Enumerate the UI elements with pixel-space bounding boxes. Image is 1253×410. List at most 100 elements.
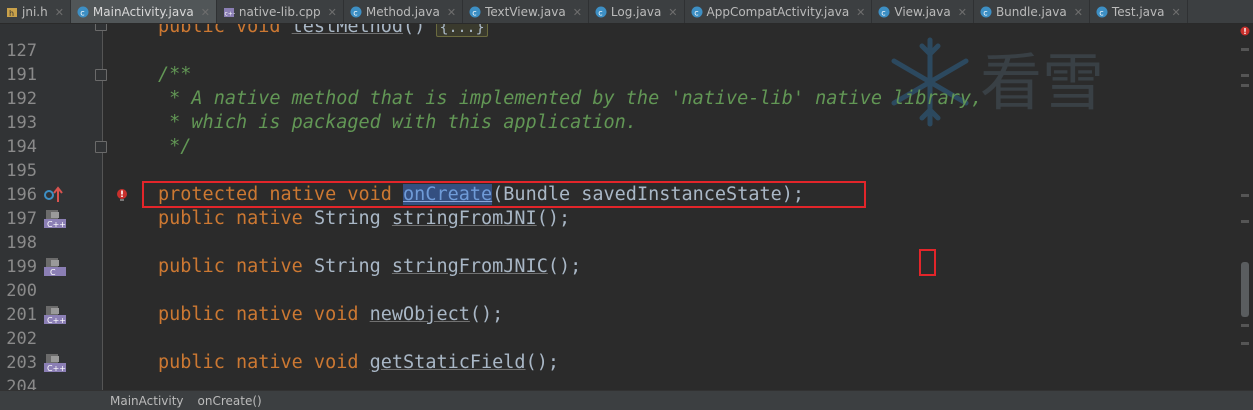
- code-line[interactable]: 199: [0, 231, 1236, 277]
- tab-view-java[interactable]: c View.java ✕: [872, 0, 974, 23]
- code-line[interactable]: 198 C++ public native String stringFromJ…: [0, 207, 1236, 253]
- close-icon[interactable]: ✕: [573, 6, 582, 19]
- tab-appcompatactivity-java[interactable]: c AppCompatActivity.java ✕: [685, 0, 873, 23]
- code-token: (): [403, 24, 437, 37]
- code-token: ();: [525, 352, 559, 373]
- error-bulb-icon[interactable]: [116, 188, 128, 202]
- code-token: public native void: [158, 352, 370, 373]
- tab-label: native-lib.cpp: [238, 5, 321, 19]
- code-line[interactable]: 127 public void testMethod() {...}: [0, 24, 1236, 61]
- code-line[interactable]: 193 * A native method that is implemente…: [0, 87, 1236, 133]
- method-reference[interactable]: newObject: [370, 304, 470, 325]
- doc-comment: * A native method that is implemented by…: [158, 88, 983, 109]
- svg-text:c: c: [694, 9, 698, 18]
- close-icon[interactable]: ✕: [328, 6, 337, 19]
- close-icon[interactable]: ✕: [1172, 6, 1181, 19]
- tab-method-java[interactable]: c Method.java ✕: [344, 0, 464, 23]
- code-line[interactable]: 203: [0, 327, 1236, 373]
- override-method-icon[interactable]: [43, 185, 67, 205]
- native-cpp-impl-icon[interactable]: C++: [43, 209, 67, 229]
- code-line[interactable]: 195 */: [0, 135, 1236, 181]
- method-reference[interactable]: stringFromJNIC: [392, 256, 548, 277]
- header-file-icon: h: [6, 6, 18, 18]
- tab-mainactivity[interactable]: c MainActivity.java ✕: [70, 0, 217, 23]
- close-icon[interactable]: ✕: [447, 6, 456, 19]
- svg-text:h: h: [9, 9, 14, 18]
- code-editor[interactable]: 看雪 127 public void testMethod() {...} 19…: [0, 24, 1253, 390]
- class-icon: c: [595, 6, 607, 18]
- code-line[interactable]: 196: [0, 159, 1236, 205]
- tab-label: Test.java: [1111, 5, 1165, 19]
- vertical-scrollbar[interactable]: [1238, 24, 1253, 390]
- doc-comment: * which is packaged with this applicatio…: [158, 112, 637, 133]
- code-token: ();: [469, 304, 504, 325]
- tab-label: Method.java: [365, 5, 440, 19]
- class-icon: c: [1096, 6, 1108, 18]
- method-name-selected[interactable]: onCreate: [403, 184, 493, 205]
- code-line[interactable]: 202 C++ public native void newObject();: [0, 303, 1236, 349]
- fold-toggle-icon[interactable]: [95, 24, 107, 31]
- scroll-marker[interactable]: [1241, 84, 1249, 87]
- scroll-marker[interactable]: [1241, 48, 1249, 51]
- close-icon[interactable]: ✕: [55, 6, 64, 19]
- tab-log-java[interactable]: c Log.java ✕: [589, 0, 685, 23]
- tab-jni-h[interactable]: h jni.h ✕: [0, 0, 71, 23]
- native-cpp-impl-icon[interactable]: C++: [43, 353, 67, 373]
- tab-textview-java[interactable]: c TextView.java ✕: [463, 0, 589, 23]
- class-icon: c: [469, 6, 481, 18]
- code-line[interactable]: 194 * which is packaged with this applic…: [0, 111, 1236, 157]
- svg-text:c: c: [598, 9, 602, 18]
- close-icon[interactable]: ✕: [668, 6, 677, 19]
- error-indicator-icon[interactable]: [1240, 26, 1250, 36]
- native-cpp-impl-icon[interactable]: C++: [43, 305, 67, 325]
- tab-bundle-java[interactable]: c Bundle.java ✕: [974, 0, 1090, 23]
- svg-text:C++: C++: [47, 316, 66, 325]
- tab-label: Bundle.java: [995, 5, 1067, 19]
- code-token: (Bundle savedInstanceState);: [492, 184, 805, 205]
- svg-text:c: c: [353, 9, 357, 18]
- class-icon: c: [77, 6, 89, 18]
- code-token: ();: [547, 256, 582, 277]
- code-line[interactable]: 205: [0, 375, 1236, 390]
- class-icon: c: [691, 6, 703, 18]
- tab-test-java[interactable]: c Test.java ✕: [1090, 0, 1188, 23]
- svg-text:c++: c++: [224, 11, 235, 18]
- breadcrumb-item-class[interactable]: MainActivity: [110, 394, 184, 408]
- svg-text:C++: C++: [47, 220, 66, 229]
- scrollbar-thumb[interactable]: [1241, 262, 1249, 317]
- scroll-marker[interactable]: [1241, 74, 1249, 77]
- method-reference[interactable]: getStaticField: [370, 352, 526, 373]
- fold-toggle-icon[interactable]: [95, 141, 107, 153]
- code-token: public native: [158, 256, 314, 277]
- svg-text:C++: C++: [47, 364, 66, 373]
- close-icon[interactable]: ✕: [201, 6, 210, 19]
- code-line[interactable]: 200 C public native String stringFromJNI…: [0, 255, 1236, 301]
- scroll-marker[interactable]: [1241, 342, 1249, 345]
- svg-text:c: c: [882, 9, 886, 18]
- native-c-impl-icon[interactable]: C: [43, 257, 67, 277]
- fold-toggle-icon[interactable]: [95, 69, 107, 81]
- code-line[interactable]: 192 /**: [0, 63, 1236, 109]
- tab-label: AppCompatActivity.java: [706, 5, 850, 19]
- class-icon: c: [878, 6, 890, 18]
- class-icon: c: [350, 6, 362, 18]
- tab-label: MainActivity.java: [92, 5, 194, 19]
- method-reference[interactable]: testMethod: [292, 24, 403, 37]
- code-line-current[interactable]: 197 protected native void onCreate(Bundl…: [0, 183, 1236, 229]
- scroll-marker[interactable]: [1241, 194, 1249, 197]
- close-icon[interactable]: ✕: [856, 6, 865, 19]
- breadcrumb-item-method[interactable]: onCreate(): [198, 394, 262, 408]
- scroll-marker[interactable]: [1241, 220, 1249, 223]
- folded-region[interactable]: {...}: [436, 24, 488, 37]
- code-line[interactable]: 204 C++ public native void getStaticFiel…: [0, 351, 1236, 390]
- svg-text:c: c: [472, 9, 476, 18]
- close-icon[interactable]: ✕: [958, 6, 967, 19]
- type-token: String: [313, 208, 392, 229]
- scroll-marker[interactable]: [1241, 324, 1249, 327]
- code-line[interactable]: 191: [0, 39, 1236, 85]
- code-line[interactable]: 201: [0, 279, 1236, 325]
- svg-text:C: C: [50, 268, 56, 277]
- close-icon[interactable]: ✕: [1074, 6, 1083, 19]
- tab-native-lib-cpp[interactable]: c++ native-lib.cpp ✕: [217, 0, 344, 23]
- method-reference[interactable]: stringFromJNI: [392, 208, 537, 229]
